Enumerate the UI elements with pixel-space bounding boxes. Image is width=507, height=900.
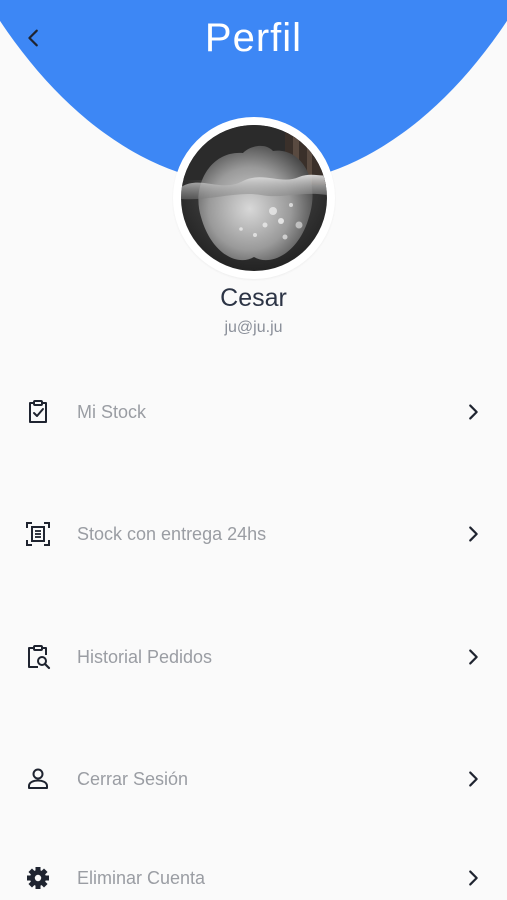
profile-screen: Perfil Cesar ju@ju.ju Mi Stock Stock con… bbox=[0, 0, 507, 900]
menu-label: Eliminar Cuenta bbox=[77, 868, 206, 888]
avatar bbox=[181, 125, 327, 271]
user-name: Cesar bbox=[220, 284, 287, 312]
menu-label: Historial Pedidos bbox=[77, 647, 213, 667]
menu-item-historial-pedidos[interactable]: Historial Pedidos bbox=[0, 627, 507, 687]
menu-item-cerrar-sesion[interactable]: Cerrar Sesión bbox=[0, 749, 507, 809]
person-icon bbox=[28, 768, 48, 789]
menu-item-eliminar-cuenta[interactable]: Eliminar Cuenta bbox=[0, 848, 507, 900]
avatar-frame bbox=[173, 117, 335, 279]
document-scan-icon bbox=[26, 522, 50, 546]
page-title: Perfil bbox=[204, 16, 303, 60]
chevron-right-icon bbox=[469, 771, 478, 787]
menu-item-stock-24hs[interactable]: Stock con entrega 24hs bbox=[0, 504, 507, 564]
user-email: ju@ju.ju bbox=[224, 319, 283, 336]
clipboard-search-icon bbox=[28, 645, 51, 670]
menu-item-mi-stock[interactable]: Mi Stock bbox=[0, 382, 507, 442]
menu-label: Stock con entrega 24hs bbox=[77, 524, 267, 544]
chevron-right-icon bbox=[469, 649, 478, 665]
menu-label: Cerrar Sesión bbox=[77, 769, 189, 789]
clipboard-check-icon bbox=[29, 400, 47, 423]
gear-icon bbox=[27, 867, 49, 889]
menu-label: Mi Stock bbox=[77, 402, 147, 422]
chevron-right-icon bbox=[469, 870, 478, 886]
chevron-right-icon bbox=[469, 526, 478, 542]
chevron-right-icon bbox=[469, 404, 478, 420]
